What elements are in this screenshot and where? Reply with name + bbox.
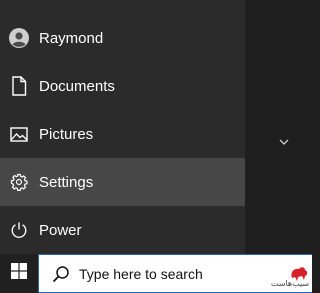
menu-item-pictures[interactable]: Pictures bbox=[0, 110, 245, 158]
menu-item-documents[interactable]: Documents bbox=[0, 62, 245, 110]
menu-item-label: Settings bbox=[39, 173, 94, 191]
menu-item-user[interactable]: Raymond bbox=[0, 14, 245, 62]
menu-item-label: Pictures bbox=[39, 125, 94, 143]
image-icon bbox=[0, 126, 38, 142]
taskbar: Type here to search bbox=[0, 254, 312, 293]
user-avatar-icon bbox=[0, 28, 38, 48]
gear-icon bbox=[0, 173, 38, 191]
power-icon bbox=[0, 221, 38, 239]
watermark-text: سیب‌هاست bbox=[270, 279, 310, 288]
start-button[interactable] bbox=[0, 254, 37, 293]
chevron-down-icon[interactable] bbox=[275, 133, 293, 151]
menu-item-power[interactable]: Power bbox=[0, 206, 245, 254]
windows-logo-icon bbox=[10, 263, 27, 284]
menu-item-settings[interactable]: Settings bbox=[0, 158, 245, 206]
start-tiles-pane bbox=[245, 0, 312, 254]
menu-item-label: Raymond bbox=[39, 29, 104, 47]
menu-item-label: Documents bbox=[39, 77, 115, 95]
document-icon bbox=[0, 76, 38, 96]
search-icon bbox=[51, 264, 71, 284]
search-placeholder: Type here to search bbox=[79, 265, 203, 282]
menu-item-label: Power bbox=[39, 221, 82, 239]
start-menu: Raymond Documents Pictures Settings Powe… bbox=[0, 0, 245, 254]
